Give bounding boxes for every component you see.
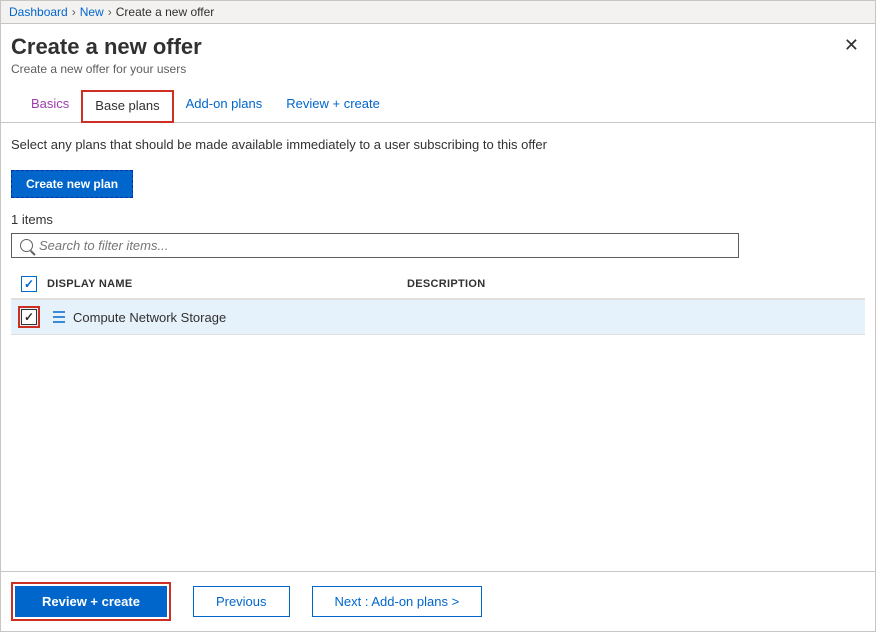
review-create-button[interactable]: Review + create [15,586,167,617]
tab-review-create[interactable]: Review + create [274,90,392,122]
page-subtitle: Create a new offer for your users [11,62,202,76]
page-header: Create a new offer Create a new offer fo… [1,24,875,90]
footer: Review + create Previous Next : Add-on p… [1,571,875,631]
select-all-checkbox[interactable] [21,276,37,292]
list-icon [47,309,67,325]
items-count: 1 items [11,212,865,227]
tab-base-plans[interactable]: Base plans [81,90,173,123]
column-description[interactable]: DESCRIPTION [407,278,865,290]
breadcrumb-dashboard[interactable]: Dashboard [9,5,68,19]
tab-basics[interactable]: Basics [19,90,81,122]
row-checkbox[interactable] [21,309,37,325]
create-new-plan-button[interactable]: Create new plan [11,170,133,198]
breadcrumb-new[interactable]: New [80,5,104,19]
search-icon [20,239,33,252]
table-header: DISPLAY NAME DESCRIPTION [11,270,865,299]
table-row[interactable]: Compute Network Storage [11,299,865,335]
row-display-name: Compute Network Storage [73,310,226,325]
previous-button[interactable]: Previous [193,586,290,617]
search-input[interactable] [39,238,730,253]
breadcrumb: Dashboard › New › Create a new offer [1,1,875,24]
tabs: Basics Base plans Add-on plans Review + … [1,90,875,123]
chevron-right-icon: › [108,5,112,19]
tab-addon-plans[interactable]: Add-on plans [174,90,275,122]
breadcrumb-current: Create a new offer [116,5,215,19]
chevron-right-icon: › [72,5,76,19]
search-row [11,233,739,258]
column-display-name[interactable]: DISPLAY NAME [47,278,407,290]
tab-description: Select any plans that should be made ava… [11,137,865,152]
close-icon[interactable]: ✕ [842,34,861,56]
next-button[interactable]: Next : Add-on plans > [312,586,483,617]
content-area: Select any plans that should be made ava… [1,123,875,335]
page-title: Create a new offer [11,34,202,60]
